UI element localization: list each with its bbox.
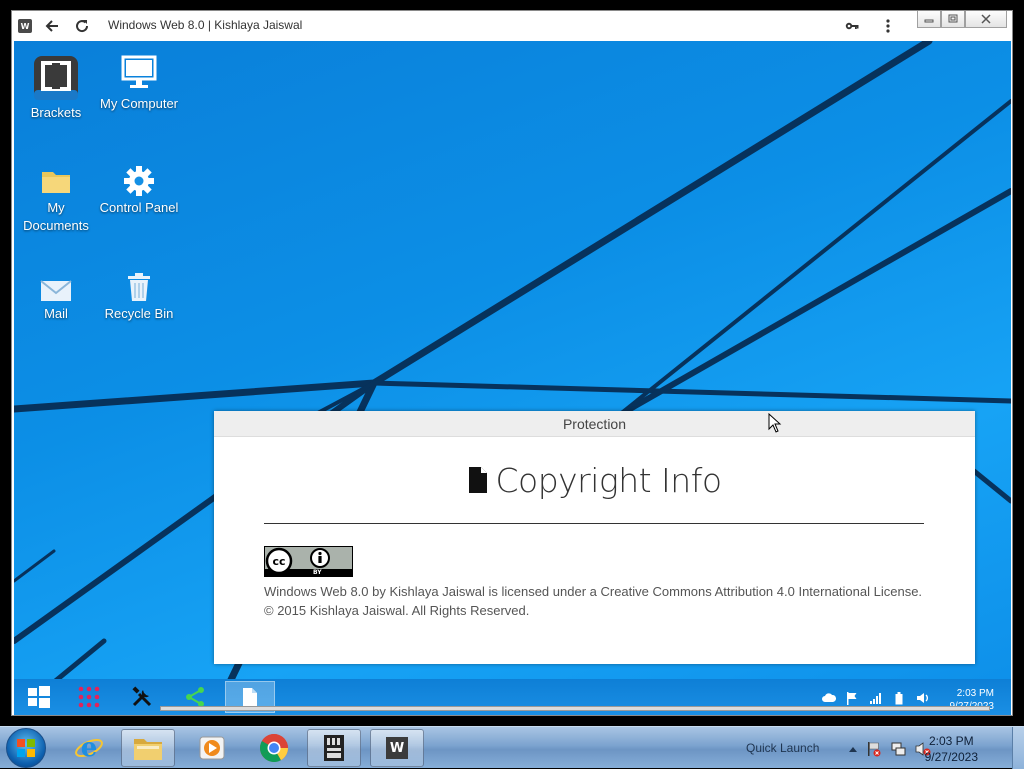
desktop: Brackets My Computer My Documents Contro… <box>14 41 1011 715</box>
chevron-up-icon[interactable] <box>845 741 861 757</box>
desktop-icon-label: Brackets <box>30 105 82 120</box>
document-icon <box>469 467 488 493</box>
arrow-left-icon[interactable] <box>42 16 62 36</box>
windows-logo-icon <box>17 739 35 757</box>
apps-button[interactable] <box>66 681 112 713</box>
host-clock[interactable]: 2:03 PM 9/27/2023 <box>925 733 978 765</box>
inner-clock-time: 2:03 PM <box>956 688 994 699</box>
action-center-flag-icon[interactable] <box>866 741 882 757</box>
desktop-icon-control-panel[interactable]: Control Panel <box>99 153 179 217</box>
cc-by-badge[interactable]: cc BY <box>264 546 353 577</box>
dialog-title: Copyright Info <box>214 461 975 500</box>
app-favicon-icon: W <box>18 19 32 33</box>
app-titlebar: W Windows Web 8.0 | Kishlaya Jaiswal <box>12 11 1012 41</box>
taskbar-internet-explorer[interactable]: e <box>62 729 116 767</box>
internet-explorer-icon: e <box>75 733 103 763</box>
taskbar-windows-web-app[interactable]: W <box>370 729 424 767</box>
horizontal-scrollbar[interactable] <box>160 706 990 711</box>
gear-icon <box>99 153 179 197</box>
taskbar-media-player[interactable] <box>185 729 239 767</box>
desktop-icon-label: Control Panel <box>99 200 179 215</box>
windows-logo-icon <box>28 686 50 708</box>
kebab-menu-icon[interactable] <box>878 16 898 36</box>
signal-icon[interactable] <box>869 691 883 705</box>
desktop-icon-my-computer[interactable]: My Computer <box>99 49 179 113</box>
taskbar-archive-app[interactable] <box>307 729 361 767</box>
chrome-icon <box>260 734 288 762</box>
desktop-icon-recycle-bin[interactable]: Recycle Bin <box>99 259 179 323</box>
copyright-line: © 2015 Kishlaya Jaiswal. All Rights Rese… <box>264 603 530 618</box>
document-icon <box>243 688 257 706</box>
host-clock-date: 9/27/2023 <box>924 750 978 764</box>
windows-start-orb[interactable] <box>6 728 46 768</box>
desktop-icon-my-documents[interactable]: My Documents <box>16 153 96 235</box>
quick-launch-label[interactable]: Quick Launch <box>746 741 819 755</box>
taskbar-chrome[interactable] <box>247 729 301 767</box>
close-button[interactable] <box>965 11 1007 28</box>
monitor-icon <box>99 49 179 93</box>
windows-web-app-icon: W <box>386 737 408 759</box>
app-title: Windows Web 8.0 | Kishlaya Jaiswal <box>108 18 303 32</box>
cc-badge-label: BY <box>313 569 322 576</box>
desktop-icon-label: My Computer <box>99 96 179 111</box>
copyright-dialog: Protection Copyright Info cc BY Windows … <box>214 411 975 664</box>
archive-icon <box>324 735 344 761</box>
media-player-icon <box>199 736 225 760</box>
maximize-button[interactable] <box>941 11 965 28</box>
envelope-icon <box>16 259 96 303</box>
dialog-title-text: Copyright Info <box>495 461 722 500</box>
svg-text:cc: cc <box>272 555 285 568</box>
minimize-button[interactable] <box>917 11 941 28</box>
taskbar-explorer[interactable] <box>121 729 175 767</box>
license-text: Windows Web 8.0 by Kishlaya Jaiswal is l… <box>264 582 922 620</box>
svg-text:e: e <box>81 733 98 763</box>
app-window: W Windows Web 8.0 | Kishlaya Jaiswal Bra… <box>11 10 1013 716</box>
trash-icon <box>99 259 179 303</box>
battery-icon[interactable] <box>892 691 906 705</box>
dialog-divider <box>264 523 924 524</box>
desktop-icon-mail[interactable]: Mail <box>16 259 96 323</box>
desktop-icon-label: Recycle Bin <box>104 306 174 321</box>
share-icon <box>186 687 204 707</box>
desktop-icon-brackets[interactable]: Brackets <box>16 56 96 122</box>
mouse-cursor-icon <box>768 413 782 433</box>
desktop-icon-label: Mail <box>44 306 68 321</box>
license-line: Windows Web 8.0 by Kishlaya Jaiswal is l… <box>264 584 923 599</box>
flag-icon[interactable] <box>845 691 859 705</box>
dialog-header[interactable]: Protection <box>214 411 975 437</box>
folder-icon <box>16 153 96 197</box>
host-clock-time: 2:03 PM <box>928 734 974 748</box>
network-icon[interactable] <box>891 741 907 757</box>
start-button[interactable] <box>16 681 62 713</box>
tools-icon <box>132 686 152 707</box>
reload-icon[interactable] <box>72 16 92 36</box>
volume-icon[interactable] <box>916 691 930 705</box>
folder-icon <box>134 739 162 760</box>
show-desktop-button[interactable] <box>1012 727 1024 769</box>
tools-button[interactable] <box>119 681 165 713</box>
cloud-icon[interactable] <box>822 691 836 705</box>
host-taskbar: e W Quick Launch 2:03 PM 9/27/2023 <box>0 726 1024 769</box>
desktop-icon-label: My Documents <box>23 200 89 233</box>
brackets-icon <box>16 56 96 102</box>
apps-grid-icon <box>78 686 100 708</box>
key-icon[interactable] <box>842 16 862 36</box>
